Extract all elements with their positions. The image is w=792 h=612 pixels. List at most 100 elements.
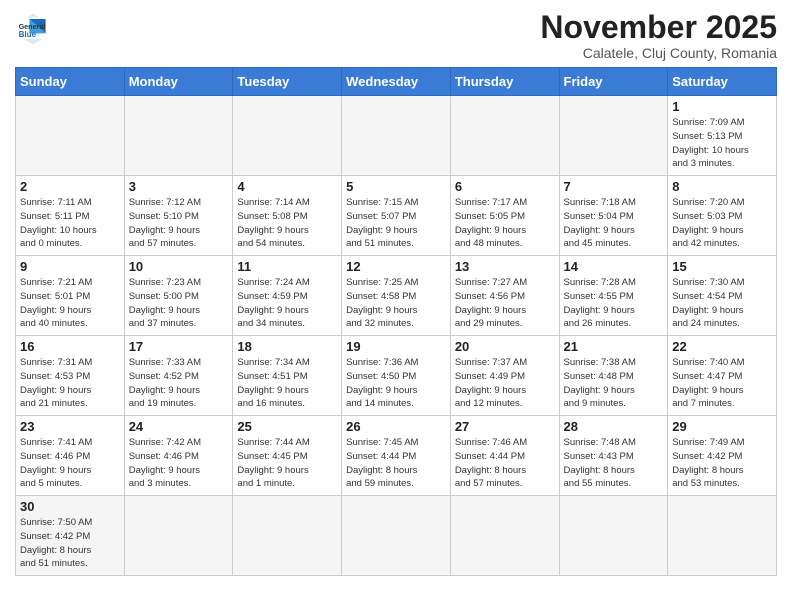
header: General Blue November 2025 Calatele, Clu… (15, 10, 777, 61)
day-info: Sunrise: 7:44 AM Sunset: 4:45 PM Dayligh… (237, 436, 337, 491)
day-number: 14 (564, 259, 664, 274)
day-info: Sunrise: 7:30 AM Sunset: 4:54 PM Dayligh… (672, 276, 772, 331)
calendar-cell: 21Sunrise: 7:38 AM Sunset: 4:48 PM Dayli… (559, 336, 668, 416)
calendar-cell: 15 Sunrise: 7:30 AM Sunset: 4:54 PM Dayli… (668, 256, 777, 336)
weekday-header-friday: Friday (559, 68, 668, 96)
calendar-cell: 19 Sunrise: 7:36 AM Sunset: 4:50 PM Dayli… (342, 336, 451, 416)
calendar-cell: 12 Sunrise: 7:25 AM Sunset: 4:58 PM Dayli… (342, 256, 451, 336)
calendar-cell: 17 Sunrise: 7:33 AM Sunset: 4:52 PM Dayli… (124, 336, 233, 416)
calendar-cell: 13Sunrise: 7:27 AM Sunset: 4:56 PM Dayli… (450, 256, 559, 336)
day-info: Sunrise: 7:18 AM Sunset: 5:04 PM Dayligh… (564, 196, 664, 251)
day-number: 16 (20, 339, 120, 354)
day-info: Sunrise: 7:41 AM Sunset: 4:46 PM Dayligh… (20, 436, 120, 491)
logo-icon: General Blue (15, 10, 51, 46)
weekday-header-wednesday: Wednesday (342, 68, 451, 96)
calendar-cell: 11 Sunrise: 7:24 AM Sunset: 4:59 PM Dayli… (233, 256, 342, 336)
calendar-cell: 20Sunrise: 7:37 AM Sunset: 4:49 PM Dayli… (450, 336, 559, 416)
week-row-5: 23 Sunrise: 7:41 AM Sunset: 4:46 PM Dayli… (16, 416, 777, 496)
day-number: 18 (237, 339, 337, 354)
calendar-cell: 6 Sunrise: 7:17 AM Sunset: 5:05 PM Daylig… (450, 176, 559, 256)
day-number: 25 (237, 419, 337, 434)
calendar-cell: 27Sunrise: 7:46 AM Sunset: 4:44 PM Dayli… (450, 416, 559, 496)
weekday-header-thursday: Thursday (450, 68, 559, 96)
day-info: Sunrise: 7:33 AM Sunset: 4:52 PM Dayligh… (129, 356, 229, 411)
day-info: Sunrise: 7:49 AM Sunset: 4:42 PM Dayligh… (672, 436, 772, 491)
day-info: Sunrise: 7:45 AM Sunset: 4:44 PM Dayligh… (346, 436, 446, 491)
calendar-cell: 14 Sunrise: 7:28 AM Sunset: 4:55 PM Dayli… (559, 256, 668, 336)
calendar-cell (124, 496, 233, 576)
calendar-cell (16, 96, 125, 176)
calendar-cell: 30Sunrise: 7:50 AM Sunset: 4:42 PM Dayli… (16, 496, 125, 576)
day-number: 27 (455, 419, 555, 434)
weekday-header-saturday: Saturday (668, 68, 777, 96)
day-number: 19 (346, 339, 446, 354)
calendar-cell (450, 496, 559, 576)
day-info: Sunrise: 7:31 AM Sunset: 4:53 PM Dayligh… (20, 356, 120, 411)
weekday-header-row: SundayMondayTuesdayWednesdayThursdayFrid… (16, 68, 777, 96)
week-row-2: 2Sunrise: 7:11 AM Sunset: 5:11 PM Daylig… (16, 176, 777, 256)
calendar-cell: 22 Sunrise: 7:40 AM Sunset: 4:47 PM Dayli… (668, 336, 777, 416)
day-number: 6 (455, 179, 555, 194)
day-number: 28 (564, 419, 664, 434)
day-info: Sunrise: 7:48 AM Sunset: 4:43 PM Dayligh… (564, 436, 664, 491)
weekday-header-tuesday: Tuesday (233, 68, 342, 96)
day-number: 11 (237, 259, 337, 274)
day-info: Sunrise: 7:36 AM Sunset: 4:50 PM Dayligh… (346, 356, 446, 411)
day-number: 15 (672, 259, 772, 274)
logo: General Blue (15, 10, 55, 46)
calendar-cell (124, 96, 233, 176)
day-info: Sunrise: 7:42 AM Sunset: 4:46 PM Dayligh… (129, 436, 229, 491)
day-number: 3 (129, 179, 229, 194)
calendar-cell (559, 496, 668, 576)
day-info: Sunrise: 7:09 AM Sunset: 5:13 PM Dayligh… (672, 116, 772, 171)
week-row-1: 1 Sunrise: 7:09 AM Sunset: 5:13 PM Daylig… (16, 96, 777, 176)
day-number: 8 (672, 179, 772, 194)
calendar-cell: 29Sunrise: 7:49 AM Sunset: 4:42 PM Dayli… (668, 416, 777, 496)
calendar-cell: 1 Sunrise: 7:09 AM Sunset: 5:13 PM Daylig… (668, 96, 777, 176)
calendar-cell (342, 96, 451, 176)
calendar-cell: 7Sunrise: 7:18 AM Sunset: 5:04 PM Daylig… (559, 176, 668, 256)
day-number: 17 (129, 339, 229, 354)
calendar-cell (233, 96, 342, 176)
day-number: 22 (672, 339, 772, 354)
day-number: 12 (346, 259, 446, 274)
day-info: Sunrise: 7:38 AM Sunset: 4:48 PM Dayligh… (564, 356, 664, 411)
calendar-cell: 23 Sunrise: 7:41 AM Sunset: 4:46 PM Dayli… (16, 416, 125, 496)
day-number: 20 (455, 339, 555, 354)
day-number: 9 (20, 259, 120, 274)
day-number: 1 (672, 99, 772, 114)
day-info: Sunrise: 7:40 AM Sunset: 4:47 PM Dayligh… (672, 356, 772, 411)
calendar-cell: 9Sunrise: 7:21 AM Sunset: 5:01 PM Daylig… (16, 256, 125, 336)
day-info: Sunrise: 7:17 AM Sunset: 5:05 PM Dayligh… (455, 196, 555, 251)
weekday-header-sunday: Sunday (16, 68, 125, 96)
calendar-cell: 24Sunrise: 7:42 AM Sunset: 4:46 PM Dayli… (124, 416, 233, 496)
page: General Blue November 2025 Calatele, Clu… (0, 0, 792, 586)
calendar-cell: 10Sunrise: 7:23 AM Sunset: 5:00 PM Dayli… (124, 256, 233, 336)
month-title: November 2025 (540, 10, 777, 45)
day-info: Sunrise: 7:34 AM Sunset: 4:51 PM Dayligh… (237, 356, 337, 411)
weekday-header-monday: Monday (124, 68, 233, 96)
day-info: Sunrise: 7:50 AM Sunset: 4:42 PM Dayligh… (20, 516, 120, 571)
calendar-cell (668, 496, 777, 576)
calendar-cell: 5Sunrise: 7:15 AM Sunset: 5:07 PM Daylig… (342, 176, 451, 256)
calendar-cell: 3Sunrise: 7:12 AM Sunset: 5:10 PM Daylig… (124, 176, 233, 256)
week-row-4: 16 Sunrise: 7:31 AM Sunset: 4:53 PM Dayli… (16, 336, 777, 416)
day-info: Sunrise: 7:24 AM Sunset: 4:59 PM Dayligh… (237, 276, 337, 331)
week-row-6: 30Sunrise: 7:50 AM Sunset: 4:42 PM Dayli… (16, 496, 777, 576)
day-info: Sunrise: 7:28 AM Sunset: 4:55 PM Dayligh… (564, 276, 664, 331)
day-info: Sunrise: 7:25 AM Sunset: 4:58 PM Dayligh… (346, 276, 446, 331)
calendar-cell (559, 96, 668, 176)
day-info: Sunrise: 7:15 AM Sunset: 5:07 PM Dayligh… (346, 196, 446, 251)
day-number: 2 (20, 179, 120, 194)
day-number: 26 (346, 419, 446, 434)
calendar-cell: 18 Sunrise: 7:34 AM Sunset: 4:51 PM Dayli… (233, 336, 342, 416)
day-number: 23 (20, 419, 120, 434)
calendar-cell: 4Sunrise: 7:14 AM Sunset: 5:08 PM Daylig… (233, 176, 342, 256)
calendar-cell (450, 96, 559, 176)
day-info: Sunrise: 7:14 AM Sunset: 5:08 PM Dayligh… (237, 196, 337, 251)
calendar-cell (233, 496, 342, 576)
subtitle: Calatele, Cluj County, Romania (540, 45, 777, 61)
calendar: SundayMondayTuesdayWednesdayThursdayFrid… (15, 67, 777, 576)
day-info: Sunrise: 7:23 AM Sunset: 5:00 PM Dayligh… (129, 276, 229, 331)
svg-text:Blue: Blue (19, 30, 37, 39)
